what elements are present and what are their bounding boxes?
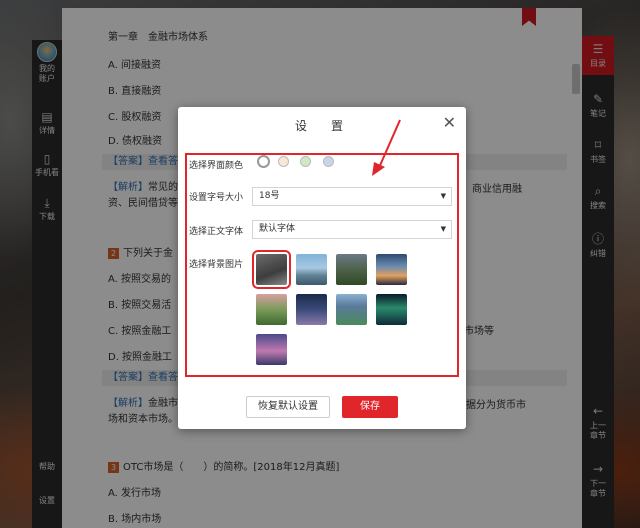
background-thumb-1[interactable]	[252, 250, 291, 289]
theme-color-white[interactable]	[257, 155, 270, 168]
font-size-label: 设置字号大小	[189, 193, 244, 203]
theme-color-green[interactable]	[300, 156, 311, 167]
reset-defaults-label: 恢复默认设置	[258, 401, 318, 412]
background-thumb-7[interactable]	[336, 294, 367, 325]
font-size-select[interactable]: 18号 ▼	[252, 187, 452, 206]
font-size-value: 18号	[259, 191, 280, 201]
close-icon[interactable]: ✕	[443, 113, 456, 132]
background-thumb-6[interactable]	[296, 294, 327, 325]
background-thumb-3[interactable]	[336, 254, 367, 285]
font-family-value: 默认字体	[259, 224, 296, 234]
settings-dialog: 设 置 ✕ 选择界面颜色 设置字号大小 18号 ▼ 选择正文字体 默认字体 ▼ …	[178, 107, 466, 429]
save-button[interactable]: 保存	[342, 396, 398, 418]
reset-defaults-button[interactable]: 恢复默认设置	[246, 396, 330, 418]
background-thumb-4[interactable]	[376, 254, 407, 285]
theme-color-blue[interactable]	[323, 156, 334, 167]
theme-color-beige[interactable]	[278, 156, 289, 167]
dialog-title: 设 置	[294, 119, 349, 133]
font-family-label: 选择正文字体	[189, 227, 244, 237]
theme-color-label: 选择界面颜色	[189, 161, 244, 171]
chevron-down-icon: ▼	[440, 192, 446, 200]
background-thumb-2[interactable]	[296, 254, 327, 285]
background-label: 选择背景图片	[189, 260, 244, 270]
font-family-select[interactable]: 默认字体 ▼	[252, 220, 452, 239]
background-thumb-8[interactable]	[376, 294, 407, 325]
chevron-down-icon: ▼	[440, 225, 446, 233]
save-label: 保存	[360, 401, 380, 412]
background-thumb-5[interactable]	[256, 294, 287, 325]
background-thumb-9[interactable]	[256, 334, 287, 365]
